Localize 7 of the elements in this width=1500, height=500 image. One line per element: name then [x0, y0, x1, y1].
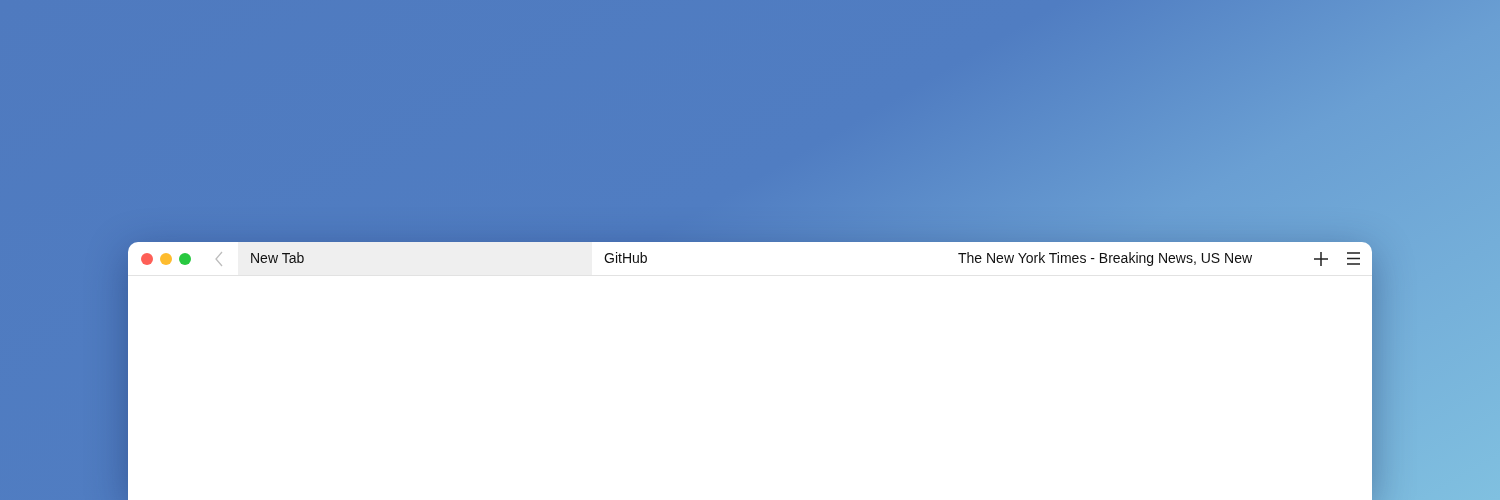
minimize-icon[interactable]	[160, 252, 172, 265]
close-icon[interactable]	[141, 252, 153, 265]
menu-icon	[1346, 252, 1360, 265]
tab[interactable]: New Tab	[238, 242, 592, 275]
maximize-icon[interactable]	[179, 252, 191, 265]
chevron-left-icon	[214, 250, 224, 267]
plus-icon	[1314, 251, 1328, 266]
